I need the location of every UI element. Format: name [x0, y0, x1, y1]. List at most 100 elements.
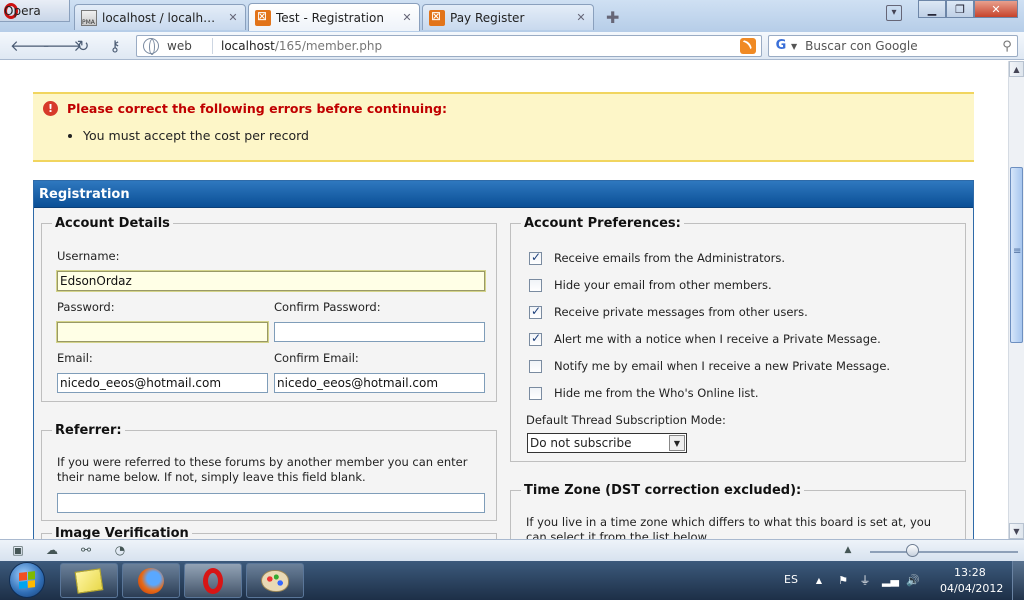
tab-phpmyadmin[interactable]: localhost / localhost / ... ✕: [74, 4, 246, 30]
pref-option-pm-email[interactable]: Notify me by email when I receive a new …: [529, 359, 890, 373]
tab-bar: Opera localhost / localhost / ... ✕ Test…: [0, 0, 1024, 32]
clock-time[interactable]: 13:28: [954, 566, 986, 579]
forward-arrow-icon[interactable]: 🡒: [42, 37, 82, 55]
pref-checkbox[interactable]: [529, 278, 542, 292]
search-engine-dropdown-icon[interactable]: ▼: [791, 42, 797, 51]
pref-option-admin-emails[interactable]: Receive emails from the Administrators.: [529, 250, 785, 265]
registration-panel: Registration Account Details Username: P…: [33, 180, 974, 539]
pref-option-pm-alert[interactable]: Alert me with a notice when I receive a …: [529, 331, 881, 346]
url-text[interactable]: localhost/165/member.php: [221, 39, 740, 53]
clock-date[interactable]: 04/04/2012: [940, 582, 1003, 595]
address-toolbar: 🡐 🡒 ↻ ⚷ web localhost/165/member.php G ▼…: [0, 32, 1024, 60]
taskbar-paint[interactable]: [246, 563, 304, 598]
google-icon[interactable]: G: [773, 38, 789, 54]
url-scheme-label: web: [167, 38, 213, 54]
username-input[interactable]: [56, 270, 486, 292]
volume-speaker-icon[interactable]: 🔊: [906, 574, 920, 588]
windows-flag-icon: [19, 571, 35, 589]
show-hidden-icons-arrow-icon[interactable]: ▲: [812, 574, 826, 588]
pref-checkbox[interactable]: [529, 304, 542, 319]
paint-palette-icon: [261, 569, 289, 592]
tab-close-icon[interactable]: ✕: [575, 11, 587, 24]
image-verification-legend: Image Verification: [55, 526, 189, 539]
error-item: You must accept the cost per record: [83, 128, 309, 143]
zoom-slider-track[interactable]: [870, 551, 1018, 553]
scroll-down-arrow-icon[interactable]: ▼: [1009, 523, 1024, 539]
url-path: /165/member.php: [274, 39, 383, 53]
taskbar-sticky-notes[interactable]: [60, 563, 118, 598]
pref-option-hide-email[interactable]: Hide your email from other members.: [529, 278, 772, 292]
rss-feed-icon[interactable]: [740, 38, 756, 54]
back-arrow-icon[interactable]: 🡐: [10, 37, 50, 55]
referrer-help-line2: their name below. If not, simply leave t…: [57, 470, 366, 484]
zoom-slider-knob[interactable]: [906, 544, 919, 557]
show-desktop-button[interactable]: [1012, 561, 1024, 600]
opera-menu-button[interactable]: Opera: [0, 0, 70, 22]
browser-status-bar: ▣ ☁ ⚯ ◔ ▲: [0, 539, 1024, 561]
pref-option-private-messages[interactable]: Receive private messages from other user…: [529, 304, 808, 319]
globe-icon: [143, 38, 159, 55]
key-icon[interactable]: ⚷: [106, 37, 124, 55]
xampp-favicon-icon: [429, 9, 445, 26]
tab-close-icon[interactable]: ✕: [227, 11, 239, 24]
pref-checkbox[interactable]: [529, 331, 542, 346]
tab-pay-register[interactable]: Pay Register ✕: [422, 4, 594, 30]
zoom-menu-arrow-icon[interactable]: ▲: [840, 543, 856, 558]
opera-link-icon[interactable]: ⚯: [78, 543, 94, 558]
network-signal-icon[interactable]: ▂▄: [882, 574, 899, 588]
confirm-password-input[interactable]: [274, 322, 485, 342]
tab-test-registration[interactable]: Test - Registration ✕: [248, 3, 420, 31]
xampp-favicon-icon: [255, 9, 271, 26]
search-field[interactable]: G ▼ ⚲: [768, 35, 1018, 57]
search-input[interactable]: [805, 39, 997, 53]
closed-tabs-trash-icon[interactable]: ▾: [886, 5, 902, 21]
power-plug-icon[interactable]: ⏚: [858, 574, 872, 588]
tab-title: Test - Registration: [276, 10, 384, 25]
password-input[interactable]: [56, 321, 269, 343]
email-input[interactable]: [57, 373, 268, 393]
panel-toggle-icon[interactable]: ▣: [10, 543, 26, 558]
pref-option-label: Alert me with a notice when I receive a …: [554, 332, 881, 346]
subscription-mode-select[interactable]: Do not subscribe ▼: [527, 433, 687, 453]
opera-menu-label: Opera: [4, 3, 41, 18]
page-viewport: ! Please correct the following errors be…: [0, 61, 1008, 539]
new-tab-plus-icon[interactable]: ✚: [606, 8, 619, 27]
page-scrollbar[interactable]: ▲ ▼: [1008, 61, 1024, 539]
opera-icon: [203, 567, 223, 594]
opera-unite-cloud-icon[interactable]: ☁: [44, 543, 60, 558]
subscription-mode-value: Do not subscribe: [530, 436, 632, 450]
phpmyadmin-favicon-icon: [81, 9, 97, 26]
start-button[interactable]: [2, 562, 54, 599]
dropdown-arrow-icon[interactable]: ▼: [669, 435, 685, 451]
minimize-icon[interactable]: ▁: [918, 0, 946, 18]
taskbar-firefox[interactable]: [122, 563, 180, 598]
window-close-icon[interactable]: ✕: [974, 0, 1018, 18]
pref-checkbox[interactable]: [529, 250, 542, 265]
magnifier-icon[interactable]: ⚲: [997, 39, 1017, 54]
confirm-password-label: Confirm Password:: [274, 300, 381, 314]
time-zone-help-line1: If you live in a time zone which differs…: [526, 515, 932, 529]
scroll-thumb[interactable]: [1010, 167, 1023, 343]
pref-checkbox[interactable]: [529, 359, 542, 373]
pref-option-hide-online[interactable]: Hide me from the Who's Online list.: [529, 386, 759, 400]
tab-close-icon[interactable]: ✕: [401, 11, 413, 24]
email-label: Email:: [57, 351, 93, 365]
scroll-up-arrow-icon[interactable]: ▲: [1009, 61, 1024, 77]
address-field[interactable]: web localhost/165/member.php: [136, 35, 762, 57]
account-preferences-legend: Account Preferences:: [524, 216, 681, 231]
action-center-flag-icon[interactable]: ⚑: [836, 574, 850, 588]
taskbar-opera[interactable]: [184, 563, 242, 598]
referrer-input[interactable]: [57, 493, 485, 513]
maximize-icon[interactable]: ❐: [946, 0, 974, 18]
confirm-email-input[interactable]: [274, 373, 485, 393]
image-verification-fieldset: Image Verification: [41, 526, 497, 539]
language-indicator[interactable]: ES: [784, 573, 798, 586]
account-details-fieldset: Account Details Username: Password: Conf…: [41, 216, 497, 402]
time-zone-legend: Time Zone (DST correction excluded):: [524, 483, 802, 498]
reload-icon[interactable]: ↻: [74, 37, 92, 55]
pref-option-label: Receive private messages from other user…: [554, 305, 808, 319]
pref-checkbox[interactable]: [529, 386, 542, 400]
referrer-help-line1: If you were referred to these forums by …: [57, 455, 468, 469]
time-zone-help-line2: can select it from the list below.: [526, 530, 710, 539]
turbo-speedometer-icon[interactable]: ◔: [112, 543, 128, 558]
